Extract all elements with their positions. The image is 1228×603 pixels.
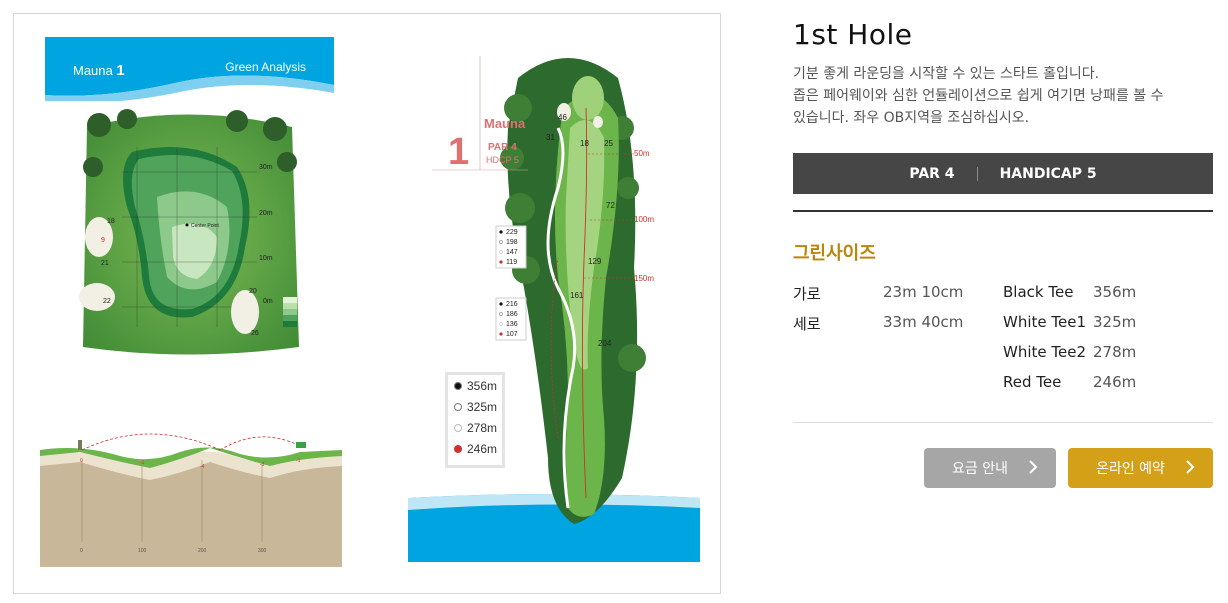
hole-map-hdcp: HDCP 5 xyxy=(486,155,519,165)
contour-mark: 21 xyxy=(101,260,109,267)
distance-label: 50m xyxy=(634,149,650,158)
hole-map-number: 1 xyxy=(448,131,469,173)
elevation-level: -4 xyxy=(200,464,205,470)
hole-description: 기분 좋게 라운딩을 시작할 수 있는 스타트 홀입니다. 좁은 페어웨이와 심… xyxy=(793,66,1164,126)
map-marker: 46 xyxy=(558,113,567,122)
contour-mark: 20m xyxy=(259,210,273,217)
contour-mark: 26 xyxy=(251,330,259,337)
tee-distance-legend: 356m 325m 278m 246m xyxy=(445,372,505,468)
handicap-label: HANDICAP 5 xyxy=(999,165,1097,182)
tee-label: White Tee2 xyxy=(1003,343,1086,361)
tee-label: Black Tee xyxy=(1003,283,1074,301)
legend-row-white1: 325m xyxy=(448,396,502,417)
map-marker: 204 xyxy=(598,339,612,348)
yardage-value: 136 xyxy=(506,321,518,328)
par-handicap-bar: PAR 4 HANDICAP 5 xyxy=(793,153,1213,194)
map-marker: 129 xyxy=(588,257,602,266)
map-marker: 161 xyxy=(570,291,584,300)
profile-distance: 100 xyxy=(138,548,147,554)
yardage-value: 229 xyxy=(506,229,518,236)
yardage-value: 119 xyxy=(506,259,517,266)
yardage-value: 216 xyxy=(506,301,518,308)
online-booking-button[interactable]: 온라인 예약 xyxy=(1068,448,1213,488)
profile-distance: 0 xyxy=(80,548,83,554)
yardage-value: 198 xyxy=(506,239,518,246)
tee-value: 325m xyxy=(1093,313,1137,331)
section-divider xyxy=(793,210,1213,212)
contour-mark: 20 xyxy=(249,288,257,295)
hole-layout-map: 50m 100m 150m 46 31 18 25 72 129 161 204… xyxy=(408,38,700,568)
elevation-level: -1 xyxy=(296,458,301,464)
red-tee-dot-icon xyxy=(454,444,462,453)
distance-label: 150m xyxy=(634,274,654,283)
map-marker: 25 xyxy=(604,139,613,148)
green-analysis-course: Mauna 1 xyxy=(73,62,125,79)
map-marker: 18 xyxy=(580,139,589,148)
size-value: 33m 40cm xyxy=(883,313,964,331)
tee-label: White Tee1 xyxy=(1003,313,1086,331)
legend-row-black: 356m xyxy=(448,375,502,396)
black-tee-dot-icon xyxy=(454,381,462,390)
hole-image-panel: Mauna 1 Green Analysis Center Point 30m … xyxy=(13,13,721,594)
elevation-profile: 0 -1 -4 -3 -1 0 100 200 300 xyxy=(40,432,342,567)
chevron-right-icon xyxy=(1186,460,1195,474)
green-analysis-card: Mauna 1 Green Analysis Center Point 30m … xyxy=(45,37,334,362)
yardage-value: 147 xyxy=(506,249,518,256)
size-label: 가로 xyxy=(793,285,821,303)
legend-row-white2: 278m xyxy=(448,417,502,438)
green-size-title: 그린사이즈 xyxy=(793,243,876,264)
green-contour-map: Center Point 30m 20m 10m 0m 18 9 21 22 2… xyxy=(77,107,303,357)
fee-info-button[interactable]: 요금 안내 xyxy=(924,448,1056,488)
par-label: PAR 4 xyxy=(909,165,955,182)
green-analysis-title: Green Analysis xyxy=(225,60,306,74)
map-marker: 31 xyxy=(546,133,555,142)
elevation-level: 0 xyxy=(80,458,83,464)
hole-title: 1st Hole xyxy=(793,18,913,51)
yardage-value: 186 xyxy=(506,311,518,318)
chevron-right-icon xyxy=(1029,460,1038,474)
contour-mark: 30m xyxy=(259,164,273,171)
elevation-level: -3 xyxy=(260,462,265,468)
profile-distance: 300 xyxy=(258,548,267,554)
map-marker: 72 xyxy=(606,201,615,210)
size-value: 23m 10cm xyxy=(883,283,964,301)
legend-row-red: 246m xyxy=(448,438,502,459)
section-divider xyxy=(793,422,1213,423)
contour-mark: 22 xyxy=(103,298,111,305)
contour-mark: 9 xyxy=(101,237,105,244)
center-point-label: Center Point xyxy=(191,223,219,229)
contour-mark: 0m xyxy=(263,298,273,305)
profile-distance: 200 xyxy=(198,548,207,554)
tee-value: 278m xyxy=(1093,343,1137,361)
white-tee2-dot-icon xyxy=(454,423,462,432)
contour-mark: 18 xyxy=(107,218,115,225)
tee-value: 246m xyxy=(1093,373,1137,391)
white-tee-dot-icon xyxy=(454,402,462,411)
tee-value: 356m xyxy=(1093,283,1137,301)
hole-map-course: Mauna xyxy=(484,116,526,131)
tee-label: Red Tee xyxy=(1003,373,1062,391)
hole-map-par: PAR 4 xyxy=(488,142,517,153)
contour-mark: 10m xyxy=(259,255,273,262)
yardage-value: 107 xyxy=(506,331,518,338)
size-label: 세로 xyxy=(793,315,821,333)
distance-label: 100m xyxy=(634,215,654,224)
elevation-level: -1 xyxy=(140,460,145,466)
divider xyxy=(976,166,978,181)
